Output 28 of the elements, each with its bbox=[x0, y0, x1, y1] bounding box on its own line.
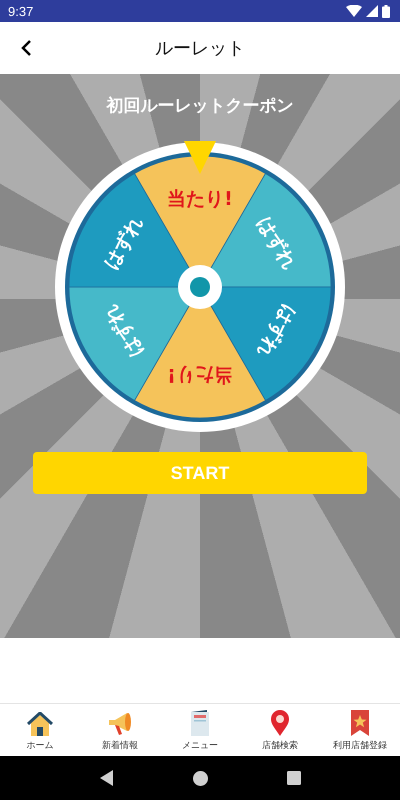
roulette-title: 初回ルーレットクーポン bbox=[106, 95, 294, 117]
back-icon[interactable] bbox=[20, 39, 32, 57]
recents-icon[interactable] bbox=[286, 771, 300, 785]
page-title: ルーレット bbox=[155, 37, 245, 60]
location-pin-icon[interactable] bbox=[270, 710, 290, 736]
house-icon[interactable] bbox=[27, 712, 53, 736]
battery-icon bbox=[382, 4, 390, 18]
segment-label: はずれ bbox=[252, 212, 300, 274]
signal-icon bbox=[366, 5, 378, 17]
home-icon[interactable] bbox=[192, 770, 208, 786]
wifi-icon bbox=[346, 5, 362, 17]
megaphone-icon[interactable] bbox=[107, 710, 133, 736]
nav-label[interactable]: ホーム bbox=[26, 739, 54, 752]
nav-label[interactable]: 店舗検索 bbox=[262, 739, 298, 752]
back-icon[interactable] bbox=[100, 770, 114, 786]
segment-label: 当たり! bbox=[167, 188, 233, 210]
nav-label[interactable]: 新着情報 bbox=[102, 739, 138, 752]
bookmark-star-icon[interactable] bbox=[350, 710, 370, 736]
nav-label[interactable]: 利用店舗登録 bbox=[333, 739, 387, 752]
segment-label: はずれ bbox=[100, 212, 148, 274]
menu-card-icon[interactable] bbox=[190, 710, 210, 736]
nav-label[interactable]: メニュー bbox=[182, 739, 218, 752]
segment-label: 当たり! bbox=[167, 364, 233, 386]
wheel-hub bbox=[178, 265, 222, 309]
segment-label: はずれ bbox=[252, 300, 300, 362]
segment-label: はずれ bbox=[100, 300, 148, 362]
status-time: 9:37 bbox=[8, 4, 34, 18]
pointer-icon bbox=[184, 141, 216, 174]
